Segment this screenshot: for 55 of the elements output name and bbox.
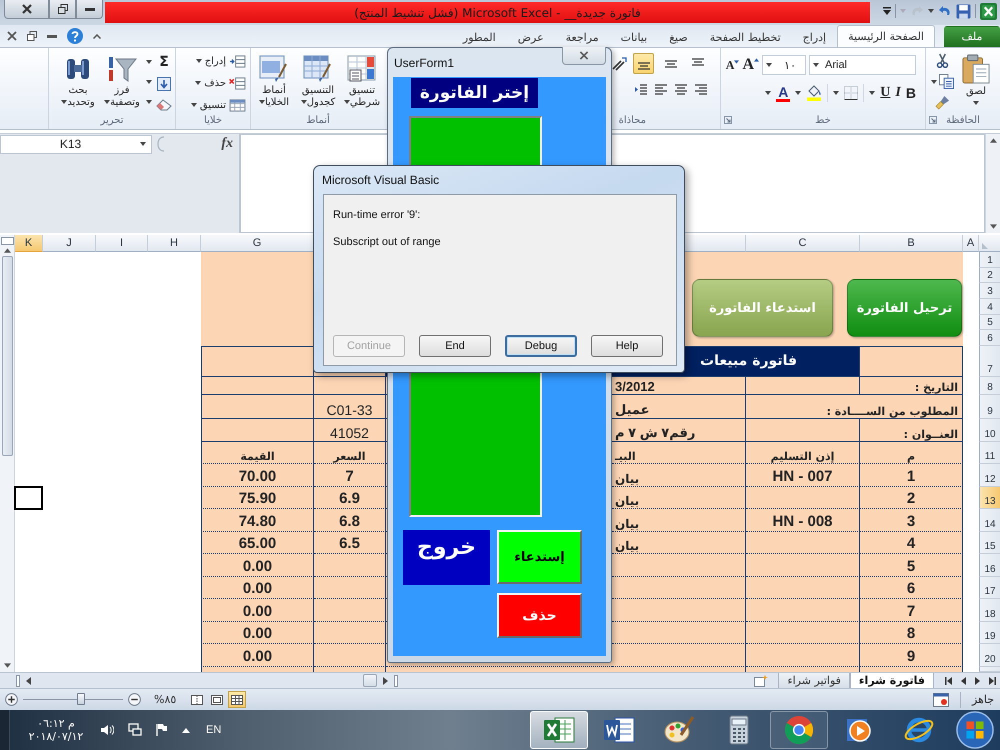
group-label: تحرير (100, 114, 124, 126)
table-cell: 0.00 (201, 554, 314, 577)
error-message: Subscript out of range (333, 236, 441, 248)
table-cell: 0.00 (201, 599, 314, 622)
table-cell: 3 (860, 509, 963, 532)
table-cell: 1 (860, 464, 963, 487)
table-cell: HN - 007 (746, 464, 860, 487)
table-cell: العنــوان : (860, 418, 963, 442)
table-cell: بيان (612, 486, 746, 510)
dialog-title: Microsoft Visual Basic (322, 173, 440, 187)
group-label: خط (815, 114, 831, 126)
header-cell: البيـ (612, 442, 746, 464)
table-cell: 65.00 (201, 532, 314, 554)
error-message: Run-time error '9': (333, 209, 420, 221)
table-cell: 3/2012 (612, 376, 746, 395)
table-cell: عميل (612, 394, 746, 419)
table-cell: HN - 008 (746, 509, 860, 532)
table-cell: 6.8 (314, 509, 386, 532)
group-label: الحافظة (946, 114, 980, 126)
table-cell: 6.5 (314, 532, 386, 554)
table-cell: 0.00 (201, 576, 314, 600)
table-cell: بيان (612, 464, 746, 487)
table-cell: 7 (860, 599, 963, 622)
table-cell: التاريخ : (860, 376, 963, 395)
table-cell: 7 (314, 464, 386, 487)
table-cell: 6.9 (314, 486, 386, 510)
table-cell: 9 (860, 644, 963, 667)
header-cell: م (860, 442, 963, 464)
window-title: UserForm1 (394, 56, 454, 70)
group-label: محاذاة (618, 114, 646, 126)
table-cell: رقم٧ ش ٧ م (612, 418, 746, 442)
window-title: فاتورة جديدة__ - Microsoft Excel (فشل تنشيط المنتج) (354, 6, 641, 20)
header-cell: إذن التسليم (746, 442, 860, 464)
table-cell: 8 (860, 622, 963, 644)
status-text: جاهز (972, 693, 994, 706)
table-cell: 75.90 (201, 486, 314, 510)
table-cell: 70.00 (201, 464, 314, 487)
table-cell: بيان (612, 509, 746, 532)
table-cell: C01-33 (314, 394, 386, 419)
table-cell: المطلوب من الســــادة : (746, 394, 963, 419)
form-heading: إختر الفاتورة (411, 78, 538, 108)
table-cell: 2 (860, 486, 963, 510)
table-cell: 6 (860, 576, 963, 600)
header-cell: القيمة (201, 442, 314, 464)
table-cell: 41052 (314, 418, 386, 442)
table-cell: 0.00 (201, 644, 314, 667)
table-cell: بيان (612, 532, 746, 554)
header-cell: السعر (314, 442, 386, 464)
table-cell: 4 (860, 532, 963, 554)
table-cell: 74.80 (201, 509, 314, 532)
group-label: خلايا (204, 115, 222, 126)
group-label: أنماط (306, 114, 330, 126)
invoice-title: فاتورة مبيعات (686, 346, 860, 377)
table-cell: 0.00 (201, 622, 314, 644)
table-cell: 5 (860, 554, 963, 577)
